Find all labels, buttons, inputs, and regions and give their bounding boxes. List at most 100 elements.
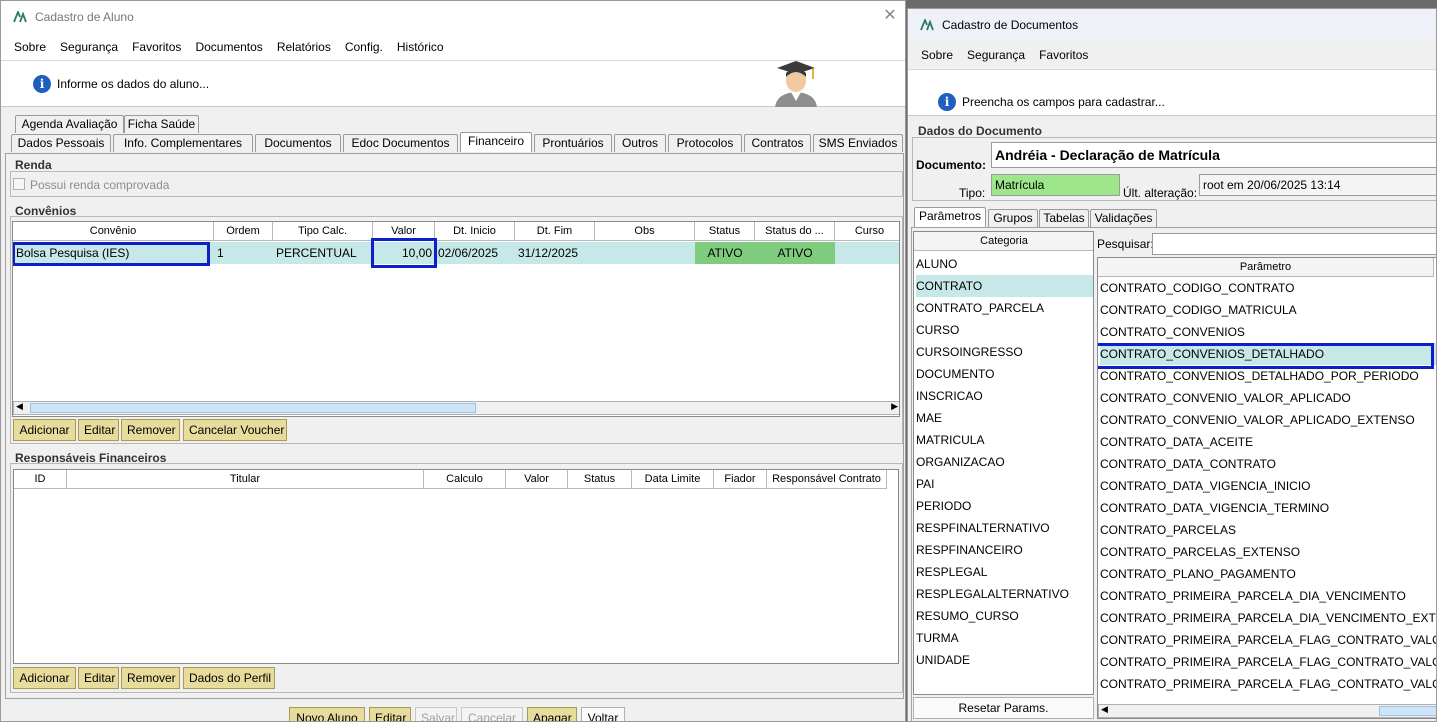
parametro-item[interactable]: CONTRATO_CONVENIOS	[1100, 321, 1436, 343]
col-header-status[interactable]: Status	[568, 470, 632, 489]
col-header-fiador[interactable]: Fiador	[714, 470, 767, 489]
tab-info-complementares[interactable]: Info. Complementares	[113, 134, 253, 152]
remover[interactable]: Remover	[121, 667, 180, 689]
editar-button[interactable]: Editar	[369, 707, 411, 721]
tab-prontuarios[interactable]: Prontuários	[534, 134, 612, 152]
parametro-item[interactable]: CONTRATO_CODIGO_CONTRATO	[1100, 277, 1436, 299]
menu-documentos[interactable]: Documentos	[188, 40, 269, 54]
categoria-item-contrato-parcela[interactable]: CONTRATO_PARCELA	[916, 297, 1093, 319]
tab-parametros[interactable]: Parâmetros	[914, 207, 986, 227]
menu-relatorios[interactable]: Relatórios	[270, 40, 338, 54]
tab-validacoes[interactable]: Validações	[1090, 209, 1157, 227]
col-header-status[interactable]: Status	[695, 222, 755, 241]
col-header-dt-inicio[interactable]: Dt. Inicio	[435, 222, 515, 241]
col-header-id[interactable]: ID	[14, 470, 67, 489]
parametro-item[interactable]: CONTRATO_PRIMEIRA_PARCELA_FLAG_CONTRATO_…	[1100, 673, 1436, 695]
novo-aluno-button[interactable]: Novo Aluno	[289, 707, 365, 721]
categoria-item-resplegalalternativo[interactable]: RESPLEGALALTERNATIVO	[916, 583, 1093, 605]
col-header-curso[interactable]: Curso	[835, 222, 899, 241]
menu-seguranca[interactable]: Segurança	[960, 48, 1032, 62]
tab-tabelas[interactable]: Tabelas	[1039, 209, 1089, 227]
scroll-right-icon[interactable]: ▶	[891, 401, 898, 412]
tab-agenda-avaliacao[interactable]: Agenda Avaliação	[15, 115, 124, 133]
dados-do-perfil-perfil-button[interactable]: Dados do Perfil	[183, 667, 275, 689]
categoria-item-turma[interactable]: TURMA	[916, 627, 1093, 649]
parametro-item[interactable]: CONTRATO_PLANO_PAGAMENTO	[1100, 563, 1436, 585]
categoria-item-respfinanceiro[interactable]: RESPFINANCEIRO	[916, 539, 1093, 561]
pesquisar-input[interactable]	[1152, 233, 1436, 255]
scroll-thumb[interactable]	[1379, 706, 1436, 716]
tab-contratos[interactable]: Contratos	[744, 134, 811, 152]
remover-button[interactable]: Remover	[121, 419, 180, 441]
categoria-item-respfinalternativo[interactable]: RESPFINALTERNATIVO	[916, 517, 1093, 539]
cancelar-button[interactable]: Cancelar	[461, 707, 523, 721]
renda-checkbox[interactable]	[13, 178, 25, 190]
salvar-button[interactable]: Salvar	[415, 707, 457, 721]
categoria-item-organizacao[interactable]: ORGANIZACAO	[916, 451, 1093, 473]
convenios-hscrollbar[interactable]: ◀ ▶	[13, 401, 899, 415]
tab-edoc-documentos[interactable]: Edoc Documentos	[343, 134, 458, 152]
tab-dados-pessoais[interactable]: Dados Pessoais	[11, 134, 111, 152]
parametro-item[interactable]: CONTRATO_CODIGO_MATRICULA	[1100, 299, 1436, 321]
col-header-titular[interactable]: Titular	[67, 470, 424, 489]
menu-historico[interactable]: Histórico	[390, 40, 451, 54]
parametro-item[interactable]: CONTRATO_DATA_VIGENCIA_INICIO	[1100, 475, 1436, 497]
tab-protocolos[interactable]: Protocolos	[668, 134, 742, 152]
parametro-item[interactable]: CONTRATO_PRIMEIRA_PARCELA_DIA_VENCIMENTO…	[1100, 607, 1436, 629]
categoria-item-unidade[interactable]: UNIDADE	[916, 649, 1093, 671]
apagar-button[interactable]: Apagar	[527, 707, 577, 721]
parametro-item[interactable]: CONTRATO_PARCELAS	[1100, 519, 1436, 541]
editar[interactable]: Editar	[78, 667, 119, 689]
documento-field[interactable]: Andréia - Declaração de Matrícula	[991, 142, 1436, 168]
categoria-item-mae[interactable]: MAE	[916, 407, 1093, 429]
tab-outros[interactable]: Outros	[614, 134, 666, 152]
categoria-item-resumo-curso[interactable]: RESUMO_CURSO	[916, 605, 1093, 627]
tab-ficha-saude[interactable]: Ficha Saúde	[124, 115, 199, 133]
parametro-item[interactable]: CONTRATO_CONVENIO_VALOR_APLICADO_EXTENSO	[1100, 409, 1436, 431]
categoria-item-aluno[interactable]: ALUNO	[916, 253, 1093, 275]
col-header-status-do[interactable]: Status do ...	[755, 222, 835, 241]
col-header-dt-fim[interactable]: Dt. Fim	[515, 222, 595, 241]
tab-documentos[interactable]: Documentos	[255, 134, 341, 152]
scroll-left-icon[interactable]: ◀	[1101, 704, 1108, 715]
resetar-params-button[interactable]: Resetar Params.	[913, 697, 1094, 719]
tab-grupos[interactable]: Grupos	[988, 209, 1038, 227]
parametro-item[interactable]: CONTRATO_PARCELAS_EXTENSO	[1100, 541, 1436, 563]
col-header-valor[interactable]: Valor	[506, 470, 568, 489]
parametro-item[interactable]: CONTRATO_DATA_ACEITE	[1100, 431, 1436, 453]
tab-financeiro[interactable]: Financeiro	[460, 132, 532, 152]
tipo-field[interactable]: Matrícula	[991, 174, 1120, 196]
scroll-thumb[interactable]	[30, 403, 476, 413]
tab-sms-enviados[interactable]: SMS Enviados	[813, 134, 903, 152]
categoria-item-resplegal[interactable]: RESPLEGAL	[916, 561, 1093, 583]
categoria-item-matricula[interactable]: MATRICULA	[916, 429, 1093, 451]
parametro-header[interactable]: Parâmetro	[1098, 258, 1434, 277]
parametro-item[interactable]: CONTRATO_PRIMEIRA_PARCELA_FLAG_CONTRATO_…	[1100, 651, 1436, 673]
cancelar-voucher-button[interactable]: Cancelar Voucher	[183, 419, 287, 441]
col-header-tipo-calc[interactable]: Tipo Calc.	[273, 222, 373, 241]
categoria-header[interactable]: Categoria	[914, 232, 1093, 251]
categoria-item-documento[interactable]: DOCUMENTO	[916, 363, 1093, 385]
parametro-item[interactable]: CONTRATO_CONVENIO_VALOR_APLICADO	[1100, 387, 1436, 409]
menu-config[interactable]: Config.	[338, 40, 390, 54]
categoria-item-pai[interactable]: PAI	[916, 473, 1093, 495]
close-icon[interactable]: ✕	[881, 7, 899, 25]
col-header-responsavel-contrato[interactable]: Responsável Contrato	[767, 470, 887, 489]
menu-favoritos[interactable]: Favoritos	[1032, 48, 1095, 62]
categoria-item-periodo[interactable]: PERIODO	[916, 495, 1093, 517]
scroll-left-icon[interactable]: ◀	[16, 401, 23, 412]
parametro-item[interactable]: CONTRATO_PRIMEIRA_PARCELA_DIA_VENCIMENTO	[1100, 585, 1436, 607]
categoria-item-contrato[interactable]: CONTRATO	[916, 275, 1093, 297]
categoria-item-curso[interactable]: CURSO	[916, 319, 1093, 341]
parametro-hscrollbar[interactable]: ◀	[1098, 704, 1436, 718]
col-header-calculo[interactable]: Calculo	[424, 470, 506, 489]
categoria-item-cursoingresso[interactable]: CURSOINGRESSO	[916, 341, 1093, 363]
menu-sobre[interactable]: Sobre	[914, 48, 960, 62]
adicionar-button[interactable]: Adicionar	[13, 419, 76, 441]
parametro-item[interactable]: CONTRATO_DATA_VIGENCIA_TERMINO	[1100, 497, 1436, 519]
menu-seguranca[interactable]: Segurança	[53, 40, 125, 54]
parametro-item[interactable]: CONTRATO_DATA_CONTRATO	[1100, 453, 1436, 475]
col-header-ordem[interactable]: Ordem	[214, 222, 273, 241]
col-header-obs[interactable]: Obs	[595, 222, 695, 241]
col-header-data-limite[interactable]: Data Limite	[632, 470, 714, 489]
